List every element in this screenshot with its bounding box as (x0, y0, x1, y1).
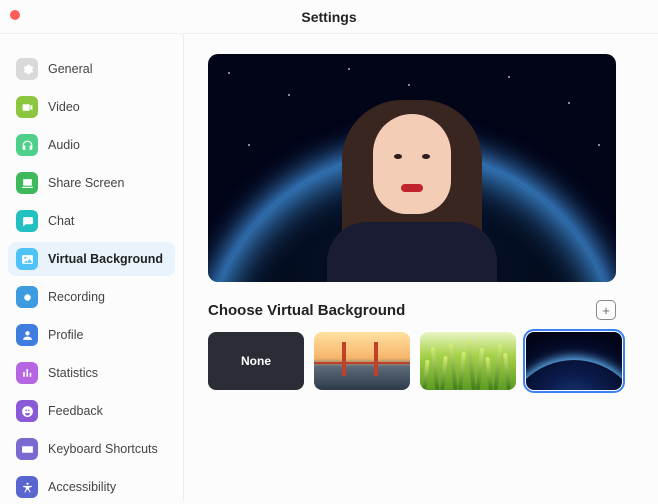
video-preview (208, 54, 616, 282)
sidebar-item-video[interactable]: Video (8, 90, 175, 124)
sidebar-item-share-screen[interactable]: Share Screen (8, 166, 175, 200)
background-thumb-earth[interactable] (526, 332, 622, 390)
sidebar-item-virtual-background[interactable]: Virtual Background (8, 242, 175, 276)
accessibility-icon (16, 476, 38, 498)
sidebar-item-chat[interactable]: Chat (8, 204, 175, 238)
background-thumbnails: None (208, 332, 616, 390)
image-icon (16, 248, 38, 270)
sidebar-item-label: Recording (48, 290, 105, 304)
sidebar-item-label: Keyboard Shortcuts (48, 442, 158, 456)
gear-icon (16, 58, 38, 80)
headphones-icon (16, 134, 38, 156)
background-thumb-grass[interactable] (420, 332, 516, 390)
sidebar-item-accessibility[interactable]: Accessibility (8, 470, 175, 504)
sidebar-item-label: Chat (48, 214, 74, 228)
sidebar-item-recording[interactable]: Recording (8, 280, 175, 314)
add-background-button[interactable]: + (596, 300, 616, 320)
sidebar-item-profile[interactable]: Profile (8, 318, 175, 352)
sidebar-item-audio[interactable]: Audio (8, 128, 175, 162)
settings-sidebar: General Video Audio Share Screen Chat Virtual… (0, 34, 184, 500)
sidebar-item-label: General (48, 62, 92, 76)
sidebar-item-label: Feedback (48, 404, 103, 418)
sidebar-item-label: Virtual Background (48, 252, 163, 266)
sidebar-item-label: Audio (48, 138, 80, 152)
keyboard-icon (16, 438, 38, 460)
sidebar-item-statistics[interactable]: Statistics (8, 356, 175, 390)
share-icon (16, 172, 38, 194)
video-icon (16, 96, 38, 118)
window-title: Settings (301, 9, 356, 25)
sidebar-item-keyboard-shortcuts[interactable]: Keyboard Shortcuts (8, 432, 175, 466)
section-title: Choose Virtual Background (208, 302, 405, 319)
background-thumb-bridge[interactable] (314, 332, 410, 390)
main-panel: Choose Virtual Background + None (184, 34, 658, 500)
record-icon (16, 286, 38, 308)
sidebar-item-general[interactable]: General (8, 52, 175, 86)
chat-icon (16, 210, 38, 232)
sidebar-item-label: Accessibility (48, 480, 116, 494)
user-icon (16, 324, 38, 346)
thumb-label: None (241, 354, 271, 368)
sidebar-item-label: Statistics (48, 366, 98, 380)
sidebar-item-feedback[interactable]: Feedback (8, 394, 175, 428)
sidebar-item-label: Profile (48, 328, 83, 342)
smile-icon (16, 400, 38, 422)
titlebar: Settings (0, 0, 658, 34)
background-thumb-none[interactable]: None (208, 332, 304, 390)
window-controls[interactable] (10, 10, 20, 20)
stats-icon (16, 362, 38, 384)
close-window-button[interactable] (10, 10, 20, 20)
sidebar-item-label: Video (48, 100, 80, 114)
sidebar-item-label: Share Screen (48, 176, 124, 190)
person-silhouette (322, 72, 502, 282)
